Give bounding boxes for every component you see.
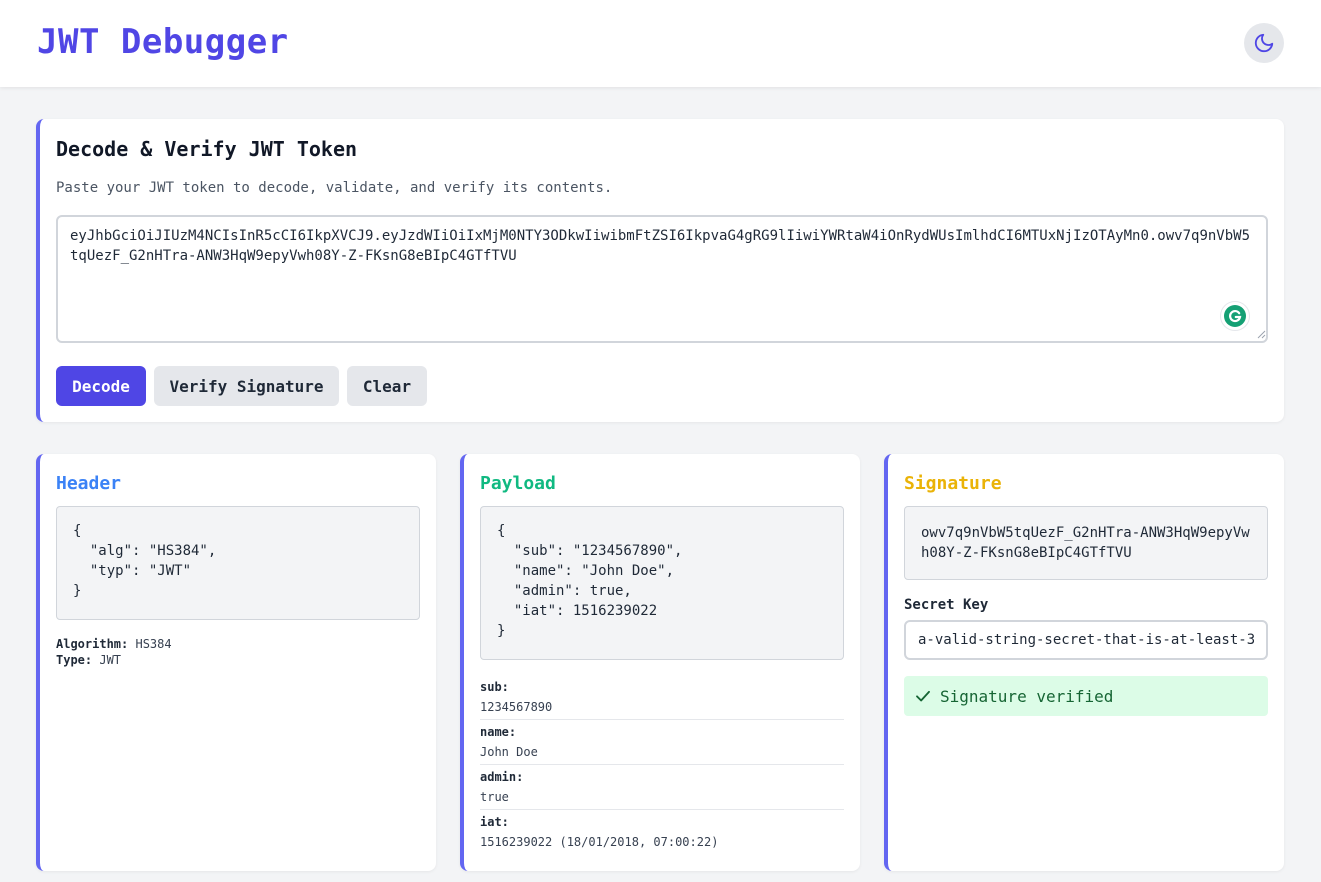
theme-toggle-button[interactable]: [1244, 23, 1284, 63]
claim-key: admin:: [480, 770, 524, 784]
claim-key: iat:: [480, 815, 509, 829]
payload-panel-title: Payload: [480, 473, 556, 494]
claim-item: admin: true: [480, 770, 844, 804]
app-title: JWT Debugger: [37, 22, 289, 62]
secret-key-input[interactable]: [904, 620, 1268, 660]
algorithm-label: Algorithm:: [56, 637, 129, 651]
claim-value: 1234567890: [480, 700, 553, 714]
grammarly-icon[interactable]: [1220, 301, 1250, 331]
type-row: Type: JWT: [56, 652, 121, 668]
claim-value: true: [480, 790, 509, 804]
signature-value: owv7q9nVbW5tqUezF_G2nHTra-ANW3HqW9epyVwh…: [904, 506, 1268, 580]
claim-key: name:: [480, 725, 517, 739]
secret-key-label: Secret Key: [904, 597, 989, 613]
claim-item: name: John Doe: [480, 725, 844, 759]
claim-value: 1516239022 (18/01/2018, 07:00:22): [480, 835, 719, 849]
claim-key: sub:: [480, 680, 509, 694]
header-panel: Header { "alg": "HS384", "typ": "JWT" } …: [36, 454, 436, 871]
decoder-description: Paste your JWT token to decode, validate…: [56, 180, 613, 196]
algorithm-row: Algorithm: HS384: [56, 636, 172, 652]
algorithm-value: HS384: [135, 637, 172, 651]
decoder-title: Decode & Verify JWT Token: [56, 137, 358, 161]
clear-button[interactable]: Clear: [347, 366, 427, 406]
claim-divider: [480, 809, 844, 810]
type-label: Type:: [56, 653, 93, 667]
signature-panel: Signature owv7q9nVbW5tqUezF_G2nHTra-ANW3…: [884, 454, 1284, 871]
resize-handle-icon[interactable]: [1256, 329, 1266, 339]
claim-item: sub: 1234567890: [480, 680, 844, 714]
token-input[interactable]: eyJhbGciOiJIUzM4NCIsInR5cCI6IkpXVCJ9.eyJ…: [56, 215, 1268, 343]
claim-item: iat: 1516239022 (18/01/2018, 07:00:22): [480, 815, 844, 849]
verification-status-text: Signature verified: [940, 686, 1114, 706]
header-json: { "alg": "HS384", "typ": "JWT" }: [56, 506, 420, 620]
moon-icon: [1254, 33, 1274, 53]
decode-button[interactable]: Decode: [56, 366, 146, 406]
payload-json: { "sub": "1234567890", "name": "John Doe…: [480, 506, 844, 660]
type-value: JWT: [99, 653, 122, 667]
verification-status: Signature verified: [904, 676, 1268, 716]
signature-panel-title: Signature: [904, 473, 1002, 494]
top-bar: JWT Debugger: [0, 0, 1321, 87]
verify-signature-button[interactable]: Verify Signature: [154, 366, 339, 406]
claim-divider: [480, 764, 844, 765]
check-icon: [916, 690, 930, 702]
decoder-card: Decode & Verify JWT Token Paste your JWT…: [36, 119, 1284, 422]
header-panel-title: Header: [56, 473, 122, 494]
payload-panel: Payload { "sub": "1234567890", "name": "…: [460, 454, 860, 871]
claim-divider: [480, 719, 844, 720]
claim-value: John Doe: [480, 745, 538, 759]
